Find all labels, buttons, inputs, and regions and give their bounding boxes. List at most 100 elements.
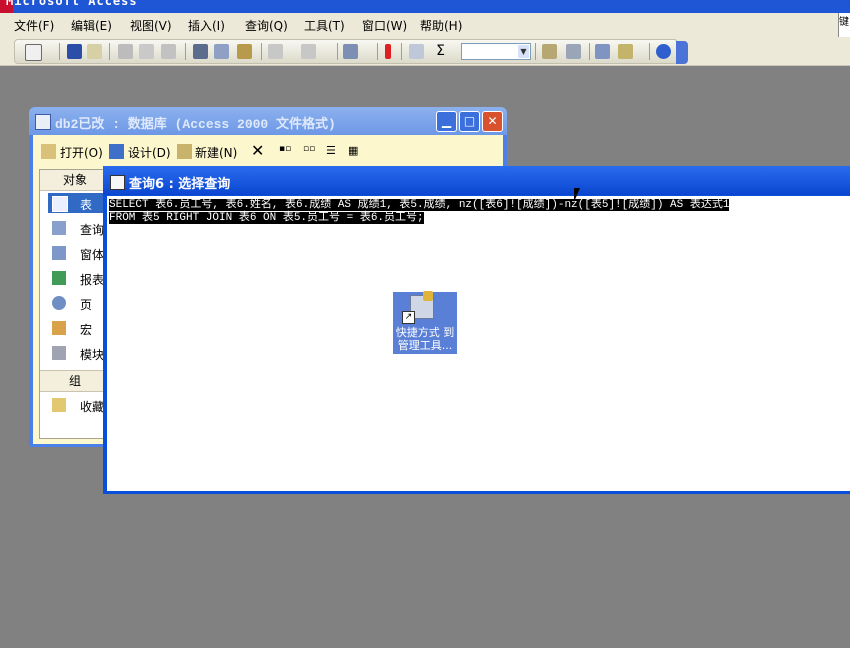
- help-icon[interactable]: [656, 44, 671, 59]
- query-icon: [52, 221, 66, 235]
- build-icon[interactable]: [566, 44, 581, 59]
- right-clipped-text: 键: [839, 17, 849, 28]
- open-button[interactable]: 打开(O): [60, 144, 103, 161]
- menu-file[interactable]: 文件(F): [14, 17, 54, 34]
- minimize-button[interactable]: ▁: [436, 111, 457, 132]
- app-title-bar: Microsoft Access: [0, 0, 850, 13]
- show-table-icon[interactable]: [409, 44, 424, 59]
- lock-icon: [423, 291, 433, 301]
- view-icon[interactable]: [25, 44, 42, 61]
- menu-bar: 文件(F) 编辑(E) 视图(V) 插入(I) 查询(Q) 工具(T) 窗口(W…: [0, 13, 850, 37]
- shortcut-caption: 快捷方式 到 管理工具...: [393, 326, 457, 352]
- save-icon[interactable]: [67, 44, 82, 59]
- page-icon: [52, 296, 66, 310]
- menu-view[interactable]: 视图(V): [130, 17, 172, 34]
- details-icon[interactable]: ▦: [348, 144, 358, 157]
- query-type-icon[interactable]: [343, 44, 358, 59]
- object-item-label: 窗体: [80, 248, 105, 262]
- object-item-tables[interactable]: 表: [48, 193, 110, 213]
- object-item-label: 表: [80, 198, 93, 212]
- table-icon: [52, 196, 68, 212]
- toolbar-separator: [109, 43, 110, 60]
- query-window-titlebar[interactable]: 查询6 : 选择查询: [103, 166, 850, 195]
- object-item-macros[interactable]: 宏: [48, 318, 110, 338]
- shortcut-caption-line-2: 管理工具...: [397, 339, 453, 352]
- large-icons-icon[interactable]: ▪▫: [279, 144, 291, 154]
- database-toolbar: 打开(O) 设计(D) 新建(N) ✕ ▪▫ ▫▫ ☰ ▦: [33, 135, 503, 165]
- object-item-reports[interactable]: 报表: [48, 268, 110, 288]
- toolbar-separator: [185, 43, 186, 60]
- object-item-pages[interactable]: 页: [48, 293, 110, 313]
- menu-query[interactable]: 查询(Q): [245, 17, 288, 34]
- new-button[interactable]: 新建(N): [195, 144, 237, 161]
- toolbar-separator: [337, 43, 338, 60]
- database-window-titlebar[interactable]: db2已改 : 数据库 (Access 2000 文件格式) ▁ □ ✕: [29, 107, 507, 135]
- menu-tools[interactable]: 工具(T): [304, 17, 345, 34]
- app-title: Microsoft Access: [6, 0, 138, 8]
- design-button[interactable]: 设计(D): [128, 144, 171, 161]
- menu-help[interactable]: 帮助(H): [420, 17, 462, 34]
- maximize-button[interactable]: □: [459, 111, 480, 132]
- top-values-combo[interactable]: ▼: [461, 43, 531, 60]
- query-sql-window: 查询6 : 选择查询 SELECT 表6.员工号, 表6.姓名, 表6.成绩 A…: [103, 166, 850, 494]
- small-icons-icon[interactable]: ▫▫: [303, 144, 315, 154]
- toolbar-separator: [59, 43, 60, 60]
- open-icon: [41, 144, 56, 159]
- print-preview-icon[interactable]: [139, 44, 154, 59]
- favorites-folder-icon: [52, 398, 66, 412]
- shortcut-caption-line-1: 快捷方式 到: [395, 326, 455, 339]
- object-item-modules[interactable]: 模块: [48, 343, 110, 363]
- object-item-label: 报表: [80, 273, 105, 287]
- group-item-favorites[interactable]: 收藏: [48, 395, 110, 415]
- cut-icon[interactable]: [193, 44, 208, 59]
- database-icon: [35, 114, 51, 130]
- sql-line-2: FROM 表5 RIGHT JOIN 表6 ON 表5.员工号 = 表6.员工号…: [109, 212, 424, 224]
- chevron-down-icon[interactable]: ▼: [518, 45, 529, 58]
- database-window-title: db2已改 : 数据库 (Access 2000 文件格式): [55, 117, 336, 132]
- object-item-label: 页: [80, 298, 93, 312]
- sql-line-1: SELECT 表6.员工号, 表6.姓名, 表6.成绩 AS 成绩1, 表5.成…: [109, 199, 730, 211]
- groups-header[interactable]: 组: [40, 370, 110, 392]
- mouse-cursor-icon: [574, 188, 580, 202]
- delete-icon[interactable]: ✕: [251, 141, 264, 160]
- report-icon: [52, 271, 66, 285]
- spelling-icon[interactable]: [161, 44, 176, 59]
- object-item-label: 宏: [80, 323, 93, 337]
- toolbar-separator: [649, 43, 650, 60]
- menu-edit[interactable]: 编辑(E): [71, 17, 112, 34]
- menu-insert[interactable]: 插入(I): [188, 17, 225, 34]
- file-search-icon[interactable]: [87, 44, 102, 59]
- toolbar-separator: [535, 43, 536, 60]
- objects-panel: 对象 表 查询 窗体 报表 页 宏 模块 组 收藏: [39, 169, 111, 439]
- sql-editor[interactable]: SELECT 表6.员工号, 表6.姓名, 表6.成绩 AS 成绩1, 表5.成…: [107, 196, 850, 491]
- new-object-icon[interactable]: [618, 44, 633, 59]
- menu-window[interactable]: 窗口(W): [362, 17, 407, 34]
- object-item-forms[interactable]: 窗体: [48, 243, 110, 263]
- paste-icon[interactable]: [237, 44, 252, 59]
- objects-header[interactable]: 对象: [40, 170, 110, 191]
- totals-icon[interactable]: Σ: [433, 44, 448, 59]
- run-icon[interactable]: [385, 44, 391, 59]
- toolbar-options-button[interactable]: [676, 41, 688, 64]
- toolbar-separator: [261, 43, 262, 60]
- redo-icon[interactable]: [301, 44, 316, 59]
- object-item-queries[interactable]: 查询: [48, 218, 110, 238]
- undo-icon[interactable]: [268, 44, 283, 59]
- print-icon[interactable]: [118, 44, 133, 59]
- query-window-title: 查询6 : 选择查询: [129, 177, 231, 192]
- copy-icon[interactable]: [214, 44, 229, 59]
- list-icon[interactable]: ☰: [326, 144, 336, 157]
- new-icon: [177, 144, 192, 159]
- properties-icon[interactable]: [542, 44, 557, 59]
- admin-tools-shortcut[interactable]: ↗ 快捷方式 到 管理工具...: [393, 291, 457, 354]
- sql-text[interactable]: SELECT 表6.员工号, 表6.姓名, 表6.成绩 AS 成绩1, 表5.成…: [109, 199, 730, 225]
- toolbar-separator: [377, 43, 378, 60]
- macro-icon: [52, 321, 66, 335]
- close-button[interactable]: ✕: [482, 111, 503, 132]
- module-icon: [52, 346, 66, 360]
- database-window-icon[interactable]: [595, 44, 610, 59]
- query-design-toolbar: Σ ▼: [14, 39, 678, 64]
- shortcut-arrow-icon: ↗: [402, 311, 415, 324]
- object-item-label: 模块: [80, 348, 105, 362]
- group-item-label: 收藏: [80, 400, 105, 414]
